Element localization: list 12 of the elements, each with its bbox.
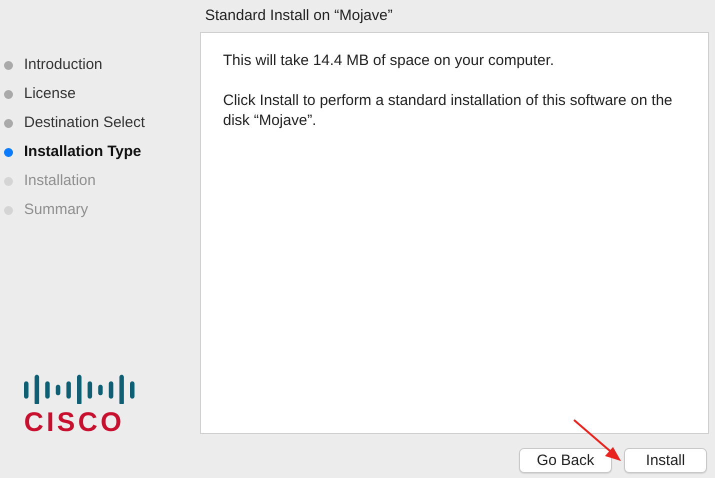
step-label: Destination Select bbox=[24, 114, 145, 132]
logo-text: CISCO bbox=[24, 408, 125, 436]
step-label: Installation Type bbox=[24, 143, 142, 161]
step-label: Summary bbox=[24, 201, 88, 219]
info-text: This will take 14.4 MB of space on your computer. bbox=[223, 51, 555, 71]
back-button[interactable]: Go Back bbox=[519, 448, 612, 472]
step-label: Introduction bbox=[24, 56, 102, 74]
step-label: License bbox=[24, 85, 76, 103]
window-title: Standard Install on “Mojave” bbox=[204, 6, 394, 26]
info-text: Click Install to perform a standard installation of this software on the disk “Mojave”. bbox=[223, 91, 674, 131]
step-label: Installation bbox=[24, 172, 96, 190]
install-button[interactable]: Install bbox=[624, 448, 707, 472]
